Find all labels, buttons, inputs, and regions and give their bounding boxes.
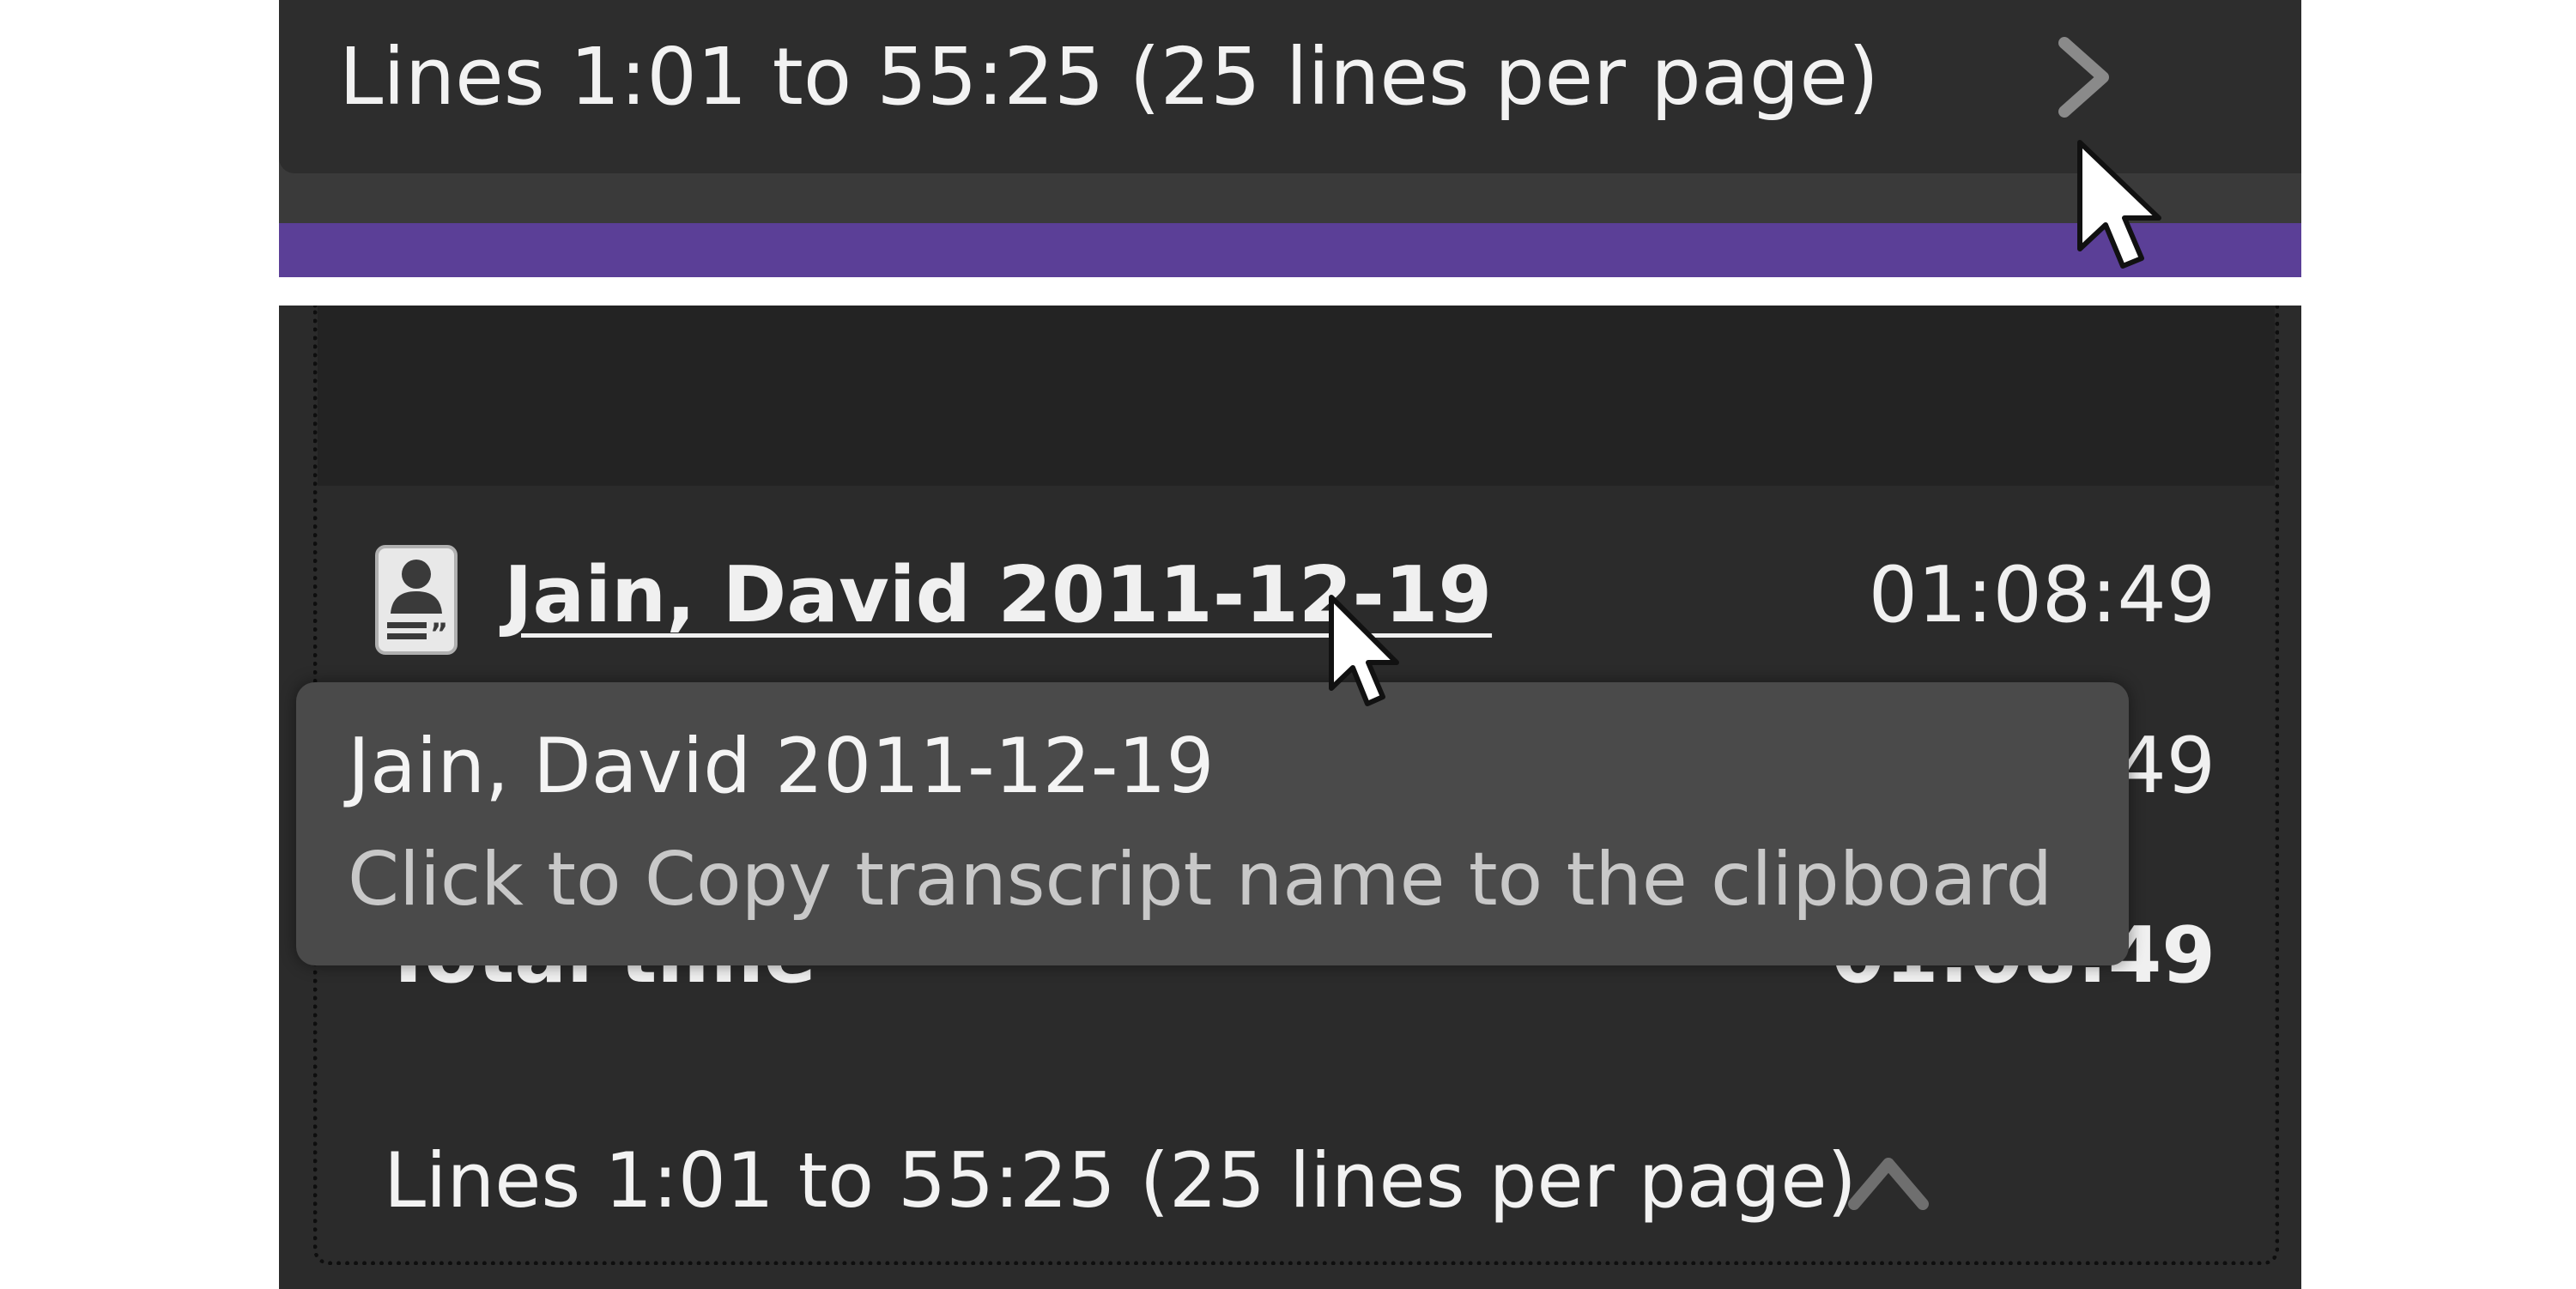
pagination-label: Lines 1:01 to 55:25 (25 lines per page) [384, 1136, 1857, 1225]
mouse-cursor-icon [2077, 140, 2161, 269]
tooltip-title: Jain, David 2011-12-19 [348, 722, 1215, 810]
tooltip: Jain, David 2011-12-19 Click to Copy tra… [296, 682, 2129, 965]
chevron-right-icon[interactable] [2047, 34, 2124, 120]
mouse-cursor-icon [1329, 595, 1399, 706]
top-pagination-strip: Lines 1:01 to 55:25 (25 lines per page) [279, 0, 2301, 277]
row-duration: 49 [2117, 721, 2215, 811]
transcript-icon: ” [375, 545, 458, 655]
tooltip-hint: Click to Copy transcript name to the cli… [348, 837, 2053, 923]
pagination-bar: Lines 1:01 to 55:25 (25 lines per page) [279, 0, 2301, 173]
chevron-up-icon[interactable] [1841, 1142, 1936, 1219]
svg-text:”: ” [430, 617, 448, 650]
accent-bar [279, 223, 2301, 277]
pagination-label: Lines 1:01 to 55:25 (25 lines per page) [339, 31, 1879, 123]
transcript-duration: 01:08:49 [1868, 550, 2215, 640]
